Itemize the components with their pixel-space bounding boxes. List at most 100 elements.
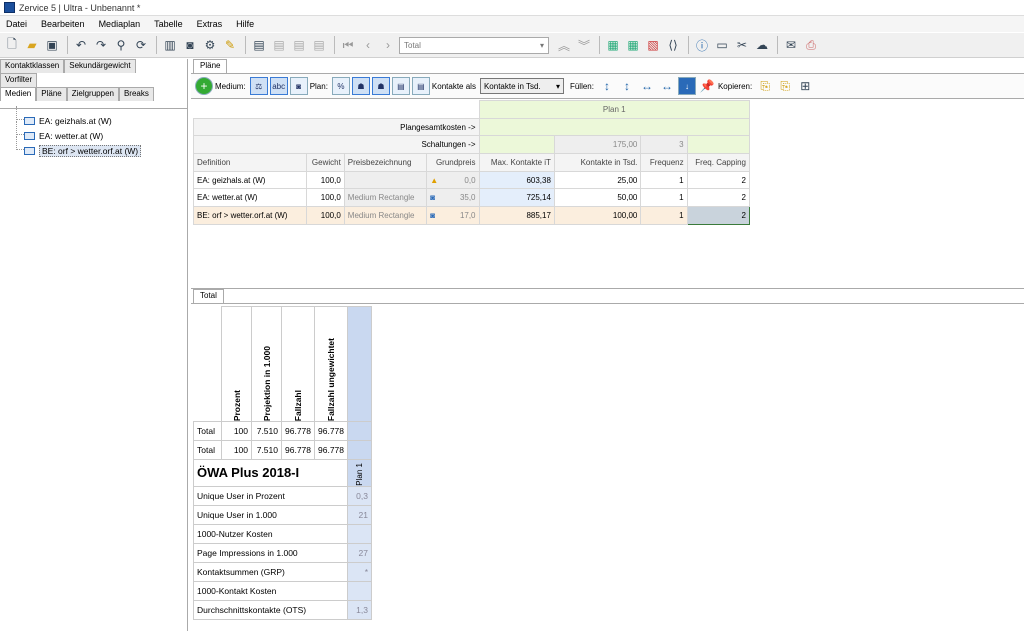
cell-cap[interactable]: 2 [686,188,751,208]
cell-cap-selected[interactable]: 2 [686,206,751,225]
cell-freq[interactable]: 1 [640,170,688,190]
search-icon[interactable]: ⚲ [112,36,130,54]
cell-value: 100 [221,440,252,460]
camera-icon[interactable]: ◙ [181,36,199,54]
tab-zielgruppen[interactable]: Zielgruppen [66,87,119,101]
cell-gewicht[interactable]: 100,0 [305,188,345,208]
tree-item[interactable]: EA: wetter.at (W) [4,121,183,143]
excel-icon[interactable]: ▦ [604,36,622,54]
chart-icon[interactable]: ▥ [161,36,179,54]
document2-icon[interactable]: ▤ [270,36,288,54]
info-icon[interactable]: ⓘ [693,36,711,54]
percent-icon[interactable]: % [331,77,350,95]
excel2-icon[interactable]: ▦ [624,36,642,54]
cell-definition[interactable]: EA: geizhals.at (W) [193,170,307,190]
tab-breaks[interactable]: Breaks [118,87,154,101]
redo-icon[interactable]: ↷ [92,36,110,54]
pin-icon[interactable]: 📌 [698,77,716,95]
layers2-icon[interactable]: ▤ [411,77,430,95]
cell-cap[interactable]: 2 [686,170,751,190]
plan-toolbar: + Medium: ⚖ abc ◙ Plan: % ☗ ☗ ▤ ▤ Kontak… [191,73,1024,99]
settings-icon[interactable]: ⚙ [201,36,219,54]
cell-gewicht[interactable]: 100,0 [305,170,345,190]
scale-icon[interactable]: ⚖ [249,77,268,95]
chevron-down-icon[interactable]: ︾ [575,36,593,54]
cell-grundpreis[interactable]: ▲ 0,0 [426,170,480,190]
fill-right-icon[interactable]: ↔ [658,77,676,95]
menu-mediaplan[interactable]: Mediaplan [99,19,141,29]
tree-item-selected[interactable]: BE: orf > wetter.orf.at (W) [4,136,183,158]
mail-icon[interactable]: ✉ [782,36,800,54]
layers-icon[interactable]: ▤ [391,77,410,95]
group-icon[interactable]: ☗ [351,77,370,95]
cell-definition[interactable]: BE: orf > wetter.orf.at (W) [193,206,307,225]
fill-up-icon[interactable]: ↕ [618,77,636,95]
window-icon[interactable]: ▭ [713,36,731,54]
next-icon[interactable]: › [379,36,397,54]
menu-hilfe[interactable]: Hilfe [236,19,254,29]
refresh-icon[interactable]: ⟳ [132,36,150,54]
tab-total[interactable]: Total [193,289,224,303]
new-file-icon[interactable]: 🗋 [3,36,21,54]
table-row[interactable]: EA: wetter.at (W) 100,0 Medium Rectangle… [193,188,751,208]
grid-icon[interactable]: ⊞ [796,77,814,95]
media-icon[interactable]: ◙ [289,77,308,95]
tab-medien[interactable]: Medien [0,87,37,101]
tab-vorfilter[interactable]: Vorfilter [0,73,38,87]
add-icon[interactable]: + [195,77,213,95]
pdf-icon[interactable]: ▧ [644,36,662,54]
cell-preis[interactable] [343,170,428,190]
menu-bearbeiten[interactable]: Bearbeiten [41,19,85,29]
tab-plaene-main[interactable]: Pläne [193,59,228,73]
tab-plaene[interactable]: Pläne [36,87,67,101]
document-icon[interactable]: ▤ [250,36,268,54]
cell-preis[interactable]: Medium Rectangle [343,188,428,208]
fill-down-icon[interactable]: ↕ [598,77,616,95]
menu-extras[interactable]: Extras [197,19,223,29]
document4-icon[interactable]: ▤ [310,36,328,54]
undo-icon[interactable]: ↶ [72,36,90,54]
tools-icon[interactable]: ✂ [733,36,751,54]
prev-icon[interactable]: ‹ [359,36,377,54]
cell-kontakte[interactable]: 25,00 [553,170,642,190]
col-definition: Definition [193,153,307,172]
document3-icon[interactable]: ▤ [290,36,308,54]
copy2-icon[interactable]: ⎘ [776,77,794,95]
tab-kontaktklassen[interactable]: Kontaktklassen [0,59,65,73]
download-icon[interactable]: ↓ [677,77,696,95]
tab-sekundaergewicht[interactable]: Sekundärgewicht [64,59,136,73]
cell-gewicht[interactable]: 100,0 [305,206,345,225]
schaltungen-freq: 3 [640,135,688,155]
print-icon[interactable]: ⎙ [802,36,820,54]
cell-grundpreis[interactable]: ◙ 17,0 [426,206,480,225]
cell-freq[interactable]: 1 [640,188,688,208]
users-icon[interactable]: ☗ [371,77,390,95]
menu-tabelle[interactable]: Tabelle [154,19,183,29]
metric-label: 1000-Nutzer Kosten [193,523,348,544]
cell-kontakte[interactable]: 50,00 [553,188,642,208]
table-row[interactable]: EA: geizhals.at (W) 100,0 ▲ 0,0 603,38 25… [193,170,751,190]
menu-datei[interactable]: Datei [6,19,27,29]
pen-icon[interactable]: ✎ [221,36,239,54]
save-icon[interactable]: ▣ [43,36,61,54]
cell-kontakte[interactable]: 100,00 [553,206,642,225]
table-row-selected[interactable]: BE: orf > wetter.orf.at (W) 100,0 Medium… [193,206,751,225]
open-folder-icon[interactable]: ▰ [23,36,41,54]
cell-grundpreis[interactable]: ◙ 35,0 [426,188,480,208]
cell-value: 100 [221,421,252,441]
code-icon[interactable]: ⟨⟩ [664,36,682,54]
plan-header: Plan 1 [478,100,751,119]
chevron-up-icon[interactable]: ︽ [555,36,573,54]
cell-definition[interactable]: EA: wetter.at (W) [193,188,307,208]
cell-value: 96.778 [281,421,315,441]
copy-icon[interactable]: ⎘ [756,77,774,95]
cell-freq[interactable]: 1 [640,206,688,225]
abc-icon[interactable]: abc [269,77,288,95]
first-icon[interactable]: ⏮ [339,36,357,54]
total-select[interactable]: Total ▾ [399,36,549,54]
kontakte-select[interactable]: Kontakte in Tsd. ▾ [479,78,564,94]
tree-item[interactable]: EA: geizhals.at (W) [4,106,183,128]
fill-left-icon[interactable]: ↔ [638,77,656,95]
cloud-icon[interactable]: ☁ [753,36,771,54]
cell-preis[interactable]: Medium Rectangle [343,206,428,225]
